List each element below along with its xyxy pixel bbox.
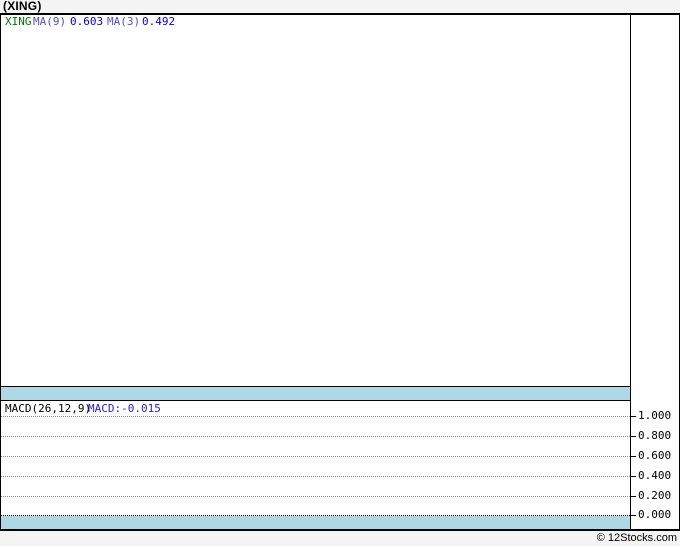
legend-symbol: XING	[5, 15, 32, 28]
gridline-0.200	[1, 496, 630, 497]
copyright-brand-link[interactable]: © 12Stocks.com	[597, 531, 677, 546]
axis-tick	[631, 416, 636, 417]
axis-tick-label: 0.200	[638, 489, 672, 502]
legend-ma9-value: 0.603	[70, 15, 104, 28]
axis-tick-label: 0.600	[638, 449, 672, 462]
macd-legend: MACD(26,12,9) MACD:-0.015	[0, 403, 630, 415]
divider-band-bottom	[1, 516, 630, 529]
axis-tick-label: 0.000	[638, 508, 672, 521]
macd-chart-pane	[1, 401, 630, 529]
price-chart-pane	[1, 15, 630, 386]
axis-tick	[631, 476, 636, 477]
axis-tick-label: 0.800	[638, 429, 672, 442]
stock-chart-page: (XING) XING MA(9) 0.603 MA(3) 0.492 MACD…	[0, 0, 680, 546]
frame-bottom-border	[0, 529, 680, 531]
gridline-0.400	[1, 476, 630, 477]
gridline-zero	[1, 515, 630, 516]
axis-tick	[631, 496, 636, 497]
gridline-1.000	[1, 416, 630, 417]
macd-legend-label: MACD(26,12,9)	[5, 402, 92, 415]
gridline-0.600	[1, 456, 630, 457]
legend-ma3-label: MA(3)	[107, 15, 141, 28]
axis-tick	[631, 515, 636, 516]
axis-tick-label: 1.000	[638, 409, 672, 422]
gridline-0.800	[1, 436, 630, 437]
axis-tick-label: 0.400	[638, 469, 672, 482]
axis-tick	[631, 456, 636, 457]
macd-legend-value: MACD:-0.015	[88, 402, 161, 415]
page-title: (XING)	[3, 0, 42, 13]
axis-tick	[631, 436, 636, 437]
price-legend: XING MA(9) 0.603 MA(3) 0.492	[0, 16, 630, 28]
legend-ma3-value: 0.492	[142, 15, 176, 28]
legend-ma9-label: MA(9)	[33, 15, 67, 28]
divider-band-top	[1, 387, 630, 400]
